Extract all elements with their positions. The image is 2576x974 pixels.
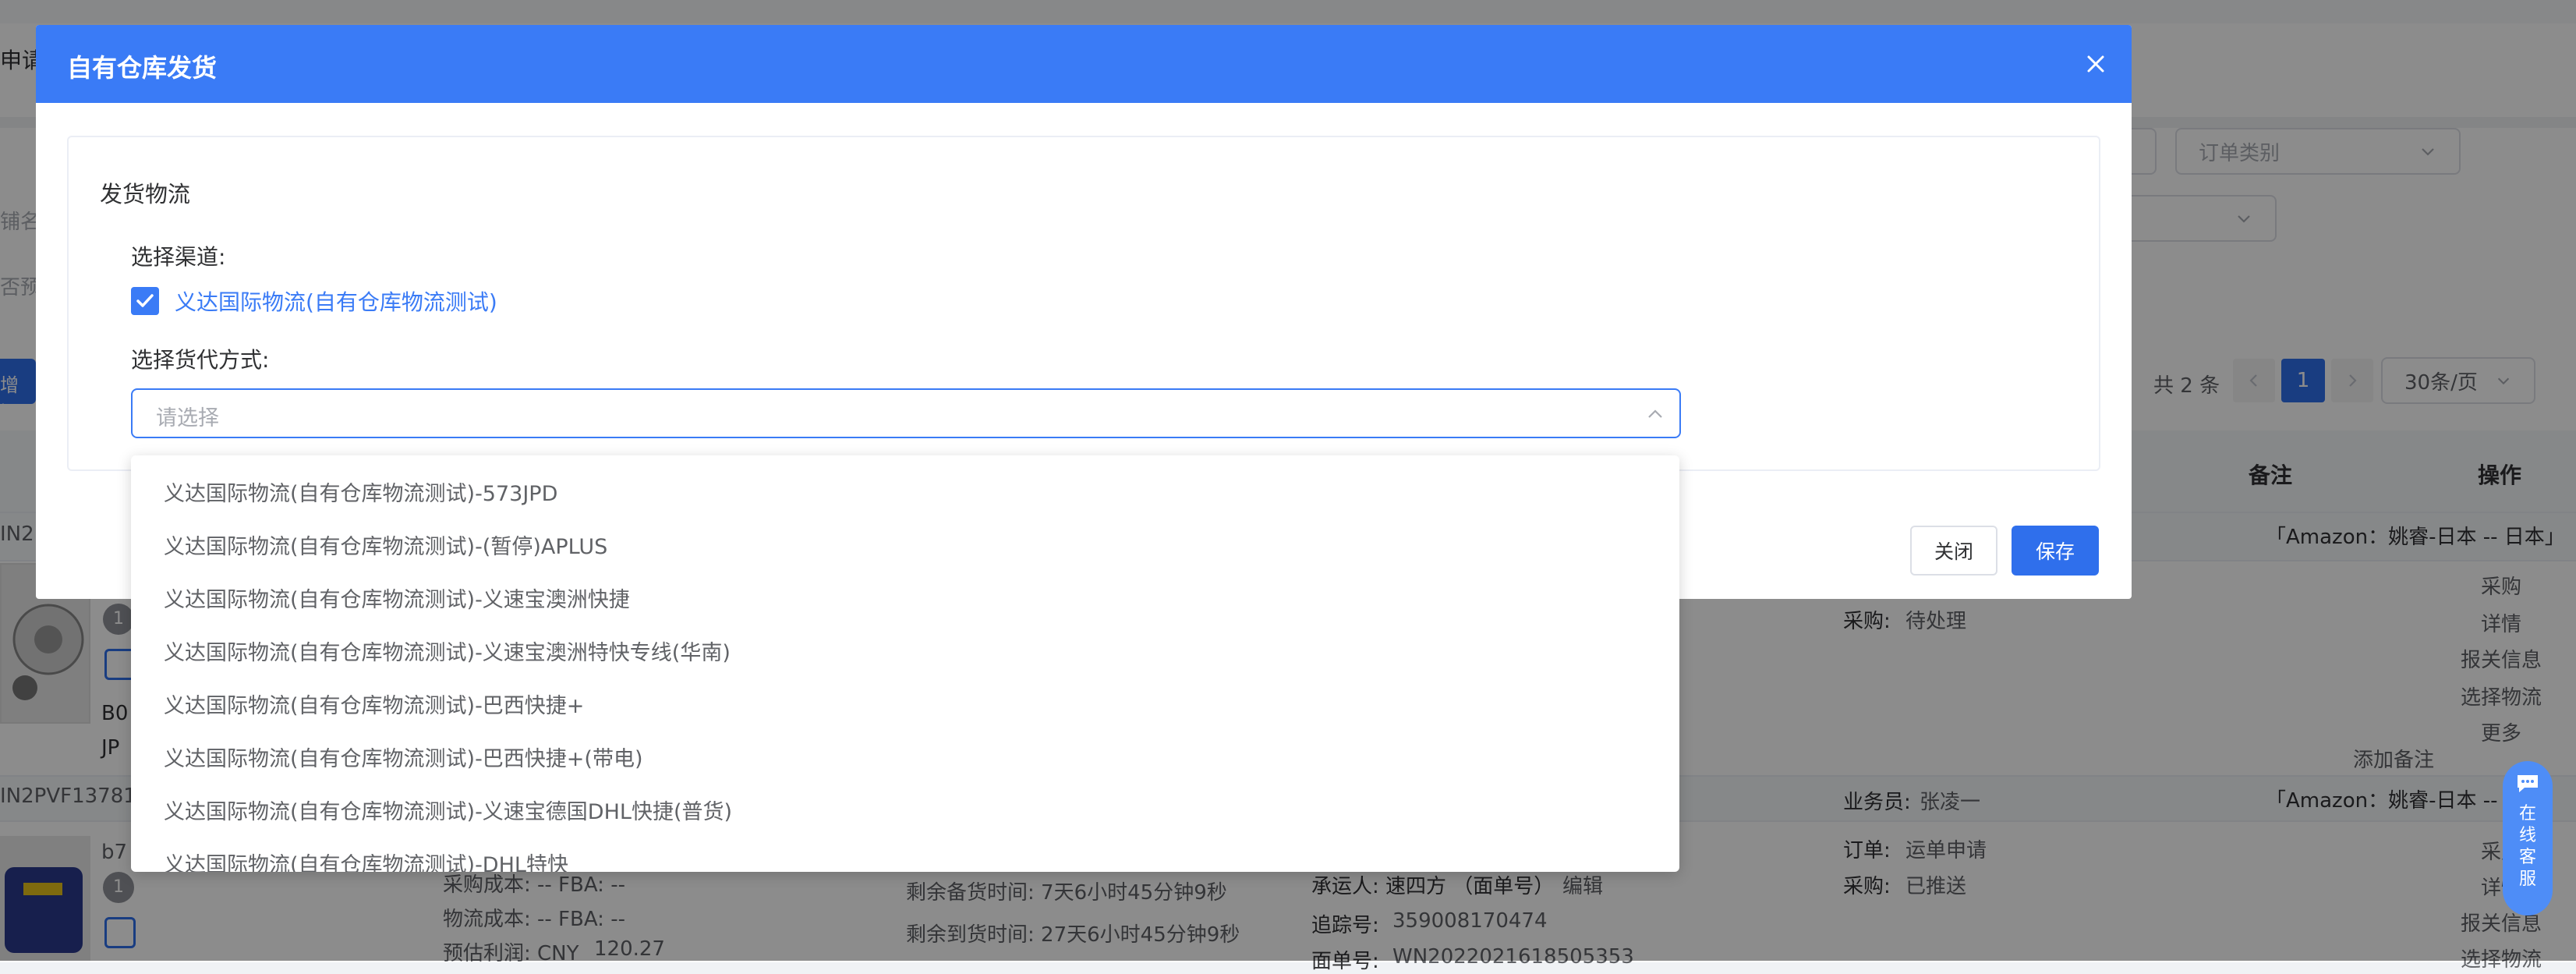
online-service-widget[interactable]: 在线客服 <box>2503 761 2553 916</box>
dropdown-option[interactable]: 义达国际物流(自有仓库物流测试)-义速宝澳洲快捷 <box>131 571 1679 624</box>
section-title: 发货物流 <box>100 181 191 207</box>
dropdown-option[interactable]: 义达国际物流(自有仓库物流测试)-573JPD <box>131 465 1679 518</box>
forwarder-select[interactable]: 请选择 <box>131 388 1681 438</box>
forwarder-dropdown: 义达国际物流(自有仓库物流测试)-573JPD 义达国际物流(自有仓库物流测试)… <box>131 455 1679 872</box>
close-button[interactable]: 关闭 <box>1910 526 1997 576</box>
dropdown-option[interactable]: 义达国际物流(自有仓库物流测试)-义速宝德国DHL快捷(普货) <box>131 783 1679 836</box>
forwarder-placeholder: 请选择 <box>156 406 219 430</box>
dropdown-option[interactable]: 义达国际物流(自有仓库物流测试)-DHL特快 <box>131 836 1679 873</box>
save-button[interactable]: 保存 <box>2012 526 2099 576</box>
dropdown-option[interactable]: 义达国际物流(自有仓库物流测试)-义速宝澳洲特快专线(华南) <box>131 624 1679 677</box>
close-icon[interactable] <box>2079 47 2113 81</box>
forwarder-label: 选择货代方式: <box>131 347 270 373</box>
dropdown-option[interactable]: 义达国际物流(自有仓库物流测试)-(暂停)APLUS <box>131 518 1679 571</box>
chevron-up-icon <box>1648 409 1662 418</box>
check-icon <box>136 294 154 307</box>
chat-label: 在线客服 <box>2518 804 2536 889</box>
channel-label: 选择渠道: <box>131 244 226 270</box>
channel-option-label[interactable]: 义达国际物流(自有仓库物流测试) <box>175 285 497 317</box>
dialog-title: 自有仓库发货 <box>67 53 218 83</box>
dropdown-option[interactable]: 义达国际物流(自有仓库物流测试)-巴西快捷+(带电) <box>131 730 1679 783</box>
dialog-header <box>36 25 2132 103</box>
channel-checkbox[interactable] <box>131 287 159 315</box>
chat-icon <box>2518 775 2538 792</box>
dropdown-option[interactable]: 义达国际物流(自有仓库物流测试)-巴西快捷+ <box>131 677 1679 730</box>
